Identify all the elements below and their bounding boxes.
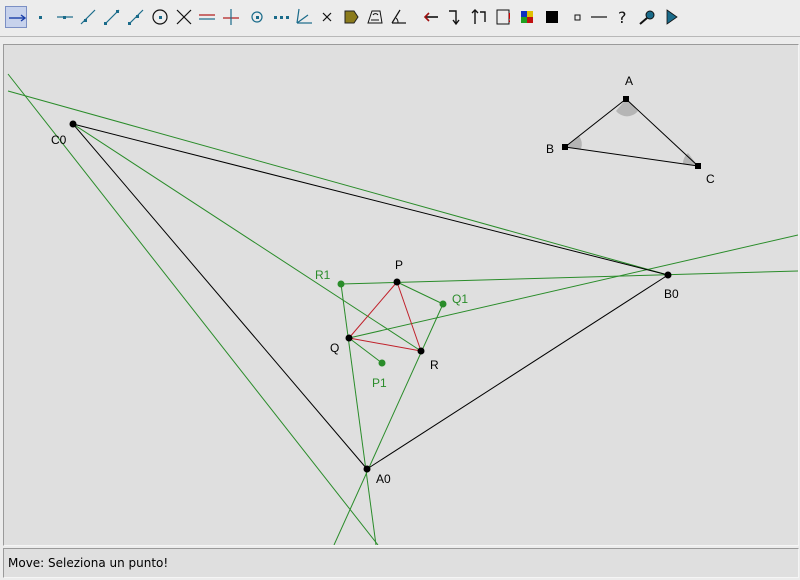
point-p[interactable] bbox=[393, 278, 401, 286]
point-c0[interactable] bbox=[69, 120, 77, 128]
tool-measure-length-button[interactable] bbox=[364, 6, 386, 28]
tool-help-button[interactable]: ? bbox=[613, 6, 635, 28]
measure-angle-icon bbox=[391, 9, 406, 24]
tool-animate-button[interactable] bbox=[468, 6, 490, 28]
tool-measure-angle-button[interactable] bbox=[388, 6, 410, 28]
label-c0: C0 bbox=[51, 133, 67, 147]
label-r: R bbox=[430, 358, 439, 372]
tool-midpoint-button[interactable] bbox=[246, 6, 268, 28]
segment-b-c[interactable] bbox=[564, 146, 699, 167]
label-p: P bbox=[395, 258, 403, 272]
parallel-line-icon bbox=[199, 14, 215, 20]
tool-fill-polygon-button[interactable] bbox=[340, 6, 362, 28]
point-icon bbox=[39, 16, 42, 19]
point-r1[interactable] bbox=[337, 280, 345, 288]
tool-ray-button[interactable] bbox=[101, 6, 123, 28]
tool-line-button[interactable] bbox=[54, 6, 76, 28]
tool-filled-square-button[interactable] bbox=[541, 6, 563, 28]
figure-svg[interactable]: A B C C0 B0 A0 P Q R R1 Q1 P1 bbox=[4, 45, 798, 545]
tool-segment-button[interactable] bbox=[77, 6, 99, 28]
perpendicular-line-icon bbox=[223, 9, 239, 25]
delete-x-icon bbox=[322, 12, 332, 22]
vector-icon bbox=[128, 9, 144, 25]
hollow-square-icon bbox=[574, 14, 581, 21]
status-bar: Move: Seleziona un punto! bbox=[3, 548, 799, 578]
tool-undo-arrow-button[interactable] bbox=[420, 6, 442, 28]
point-a[interactable] bbox=[623, 96, 629, 102]
tool-redo-arrow-button[interactable] bbox=[444, 6, 466, 28]
undo-arrow-icon bbox=[423, 12, 438, 22]
point-b0[interactable] bbox=[664, 271, 672, 279]
label-c: C bbox=[706, 172, 715, 186]
green-line-b0-2 bbox=[348, 234, 798, 339]
circle-icon bbox=[152, 9, 168, 25]
point-q1[interactable] bbox=[439, 300, 447, 308]
geometry-canvas[interactable]: A B C C0 B0 A0 P Q R R1 Q1 P1 bbox=[3, 44, 799, 546]
point-b[interactable] bbox=[562, 144, 568, 150]
green-line-c0-2 bbox=[7, 90, 669, 276]
point-q[interactable] bbox=[345, 334, 353, 342]
trace-icon: ! bbox=[496, 9, 512, 25]
tool-intersection-button[interactable] bbox=[173, 6, 195, 28]
tool-play-button[interactable] bbox=[660, 6, 682, 28]
label-r1: R1 bbox=[315, 268, 331, 282]
tool-magnifier-button[interactable] bbox=[636, 6, 658, 28]
tool-point-button[interactable] bbox=[30, 6, 52, 28]
tool-angle-bisector-button[interactable] bbox=[293, 6, 315, 28]
label-q: Q bbox=[330, 341, 339, 355]
tool-move-arrow-button[interactable] bbox=[5, 6, 27, 28]
label-b: B bbox=[546, 142, 554, 156]
green-line-b0-1 bbox=[340, 270, 798, 285]
label-a0: A0 bbox=[376, 472, 391, 486]
point-r[interactable] bbox=[417, 347, 425, 355]
magnifier-icon bbox=[639, 10, 655, 25]
line-icon bbox=[57, 16, 73, 19]
help-icon: ? bbox=[618, 8, 627, 27]
move-arrow-icon bbox=[9, 14, 27, 22]
svg-text:?: ? bbox=[618, 8, 627, 27]
toolbar: !? bbox=[0, 0, 800, 37]
tool-circle-button[interactable] bbox=[149, 6, 171, 28]
animate-icon bbox=[471, 9, 486, 24]
point-c[interactable] bbox=[695, 163, 701, 169]
fill-polygon-icon bbox=[344, 10, 359, 24]
segment-a-b[interactable] bbox=[564, 98, 627, 148]
midpoint-icon bbox=[251, 11, 263, 23]
tool-vector-button[interactable] bbox=[125, 6, 147, 28]
segment-a-c[interactable] bbox=[625, 98, 699, 167]
measure-length-icon bbox=[367, 10, 383, 24]
tool-thin-line-button[interactable] bbox=[588, 6, 610, 28]
redo-arrow-icon bbox=[449, 10, 460, 26]
filled-square-icon bbox=[546, 11, 558, 23]
tool-dotted-line-button[interactable] bbox=[271, 6, 293, 28]
angle-bisector-icon bbox=[296, 8, 312, 24]
green-line-a0-2 bbox=[340, 283, 377, 545]
segment-p-r[interactable] bbox=[396, 281, 422, 352]
intersection-icon bbox=[176, 9, 192, 25]
thin-line-icon bbox=[591, 16, 607, 18]
tool-perpendicular-line-button[interactable] bbox=[220, 6, 242, 28]
play-icon bbox=[666, 9, 678, 25]
status-text: Move: Seleziona un punto! bbox=[8, 556, 169, 570]
color-palette-icon bbox=[521, 11, 533, 23]
svg-text:!: ! bbox=[507, 11, 512, 25]
label-q1: Q1 bbox=[452, 292, 468, 306]
point-p1[interactable] bbox=[378, 359, 386, 367]
tool-parallel-line-button[interactable] bbox=[196, 6, 218, 28]
label-a: A bbox=[625, 74, 633, 88]
point-a0[interactable] bbox=[363, 465, 371, 473]
tool-color-palette-button[interactable] bbox=[516, 6, 538, 28]
segment-c0-a0[interactable] bbox=[72, 123, 368, 470]
label-p1: P1 bbox=[372, 376, 387, 390]
tool-trace-button[interactable]: ! bbox=[493, 6, 515, 28]
green-line-q-p1 bbox=[348, 337, 383, 364]
segment-icon bbox=[80, 9, 96, 25]
dotted-line-icon bbox=[274, 16, 289, 19]
label-b0: B0 bbox=[664, 287, 679, 301]
segment-p-q[interactable] bbox=[348, 281, 398, 339]
ray-icon bbox=[104, 9, 120, 25]
tool-delete-x-button[interactable] bbox=[316, 6, 338, 28]
tool-hollow-square-button[interactable] bbox=[566, 6, 588, 28]
